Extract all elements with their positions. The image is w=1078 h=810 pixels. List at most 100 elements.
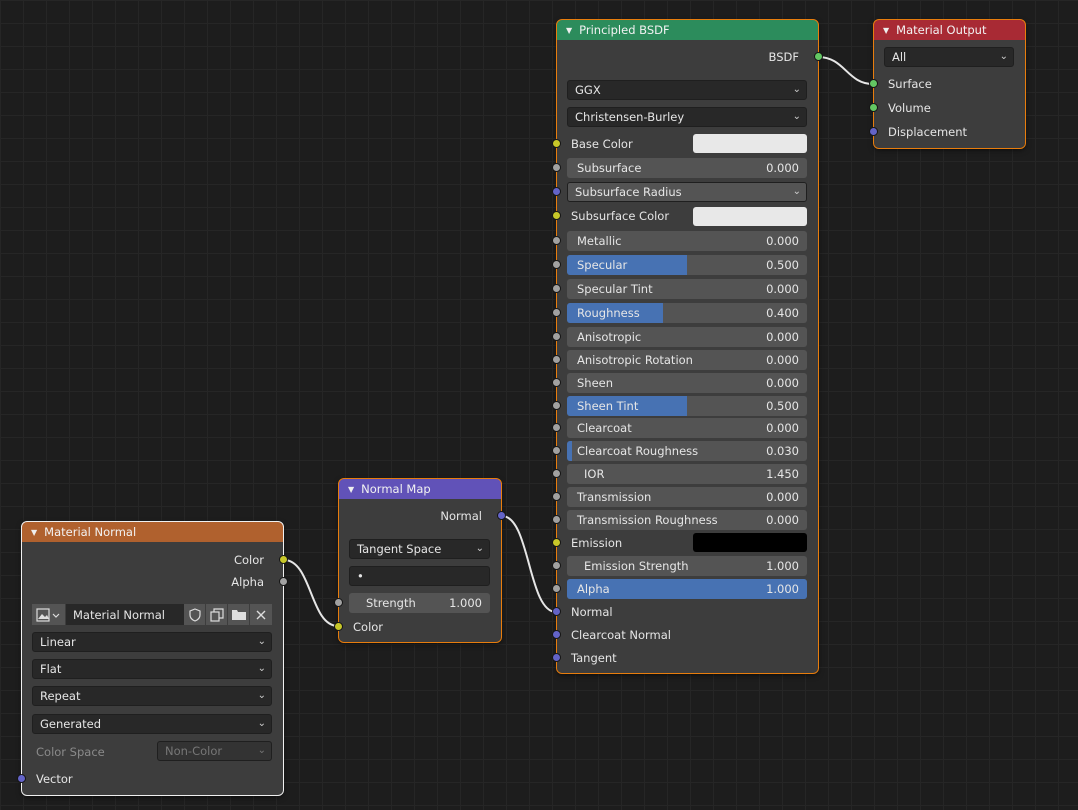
color-input-label: Color	[353, 620, 384, 634]
surface-label: Surface	[888, 77, 932, 91]
subsurface-color-swatch[interactable]	[693, 207, 807, 226]
image-name-field[interactable]: Material Normal	[66, 604, 184, 625]
anisotropic-rotation-slider[interactable]: Anisotropic Rotation 0.000	[567, 350, 807, 370]
slider-label: Metallic	[577, 234, 622, 248]
projection-value: Flat	[40, 662, 62, 676]
sheen-tint-slider[interactable]: Sheen Tint 0.500	[567, 396, 807, 416]
slider-value: 0.000	[766, 161, 799, 175]
clearcoat-slider[interactable]: Clearcoat 0.000	[567, 418, 807, 438]
clearcoat-normal-socket[interactable]	[552, 630, 561, 639]
uv-map-field[interactable]: •	[349, 566, 490, 586]
roughness-socket[interactable]	[552, 308, 561, 317]
transmission-roughness-slider[interactable]: Transmission Roughness 0.000	[567, 510, 807, 530]
transmission-roughness-socket[interactable]	[552, 515, 561, 524]
sheen-socket[interactable]	[552, 378, 561, 387]
image-texture-node[interactable]: ▼ Material Normal Color Alpha Material N…	[17, 521, 288, 796]
specular-socket[interactable]	[552, 260, 561, 269]
node-editor-canvas[interactable]: ▼ Principled BSDF BSDF GGX ⌄ Christensen…	[0, 0, 1078, 810]
normal-input-socket[interactable]	[552, 607, 561, 616]
specular-tint-socket[interactable]	[552, 284, 561, 293]
anisotropic-slider[interactable]: Anisotropic 0.000	[567, 327, 807, 347]
slider-value: 0.500	[766, 258, 799, 272]
bsdf-output-label: BSDF	[768, 50, 799, 64]
image-browse-icon[interactable]	[32, 604, 66, 625]
transmission-socket[interactable]	[552, 492, 561, 501]
emission-strength-slider[interactable]: Emission Strength 1.000	[567, 556, 807, 576]
collapse-triangle-icon[interactable]: ▼	[348, 485, 354, 494]
anisotropic-socket[interactable]	[552, 332, 561, 341]
subsurface-socket[interactable]	[552, 163, 561, 172]
slider-label: Sheen Tint	[577, 399, 639, 413]
transmission-slider[interactable]: Transmission 0.000	[567, 487, 807, 507]
alpha-socket[interactable]	[552, 584, 561, 593]
slider-value: 0.030	[766, 444, 799, 458]
color-output-socket[interactable]	[279, 555, 288, 564]
clearcoat-socket[interactable]	[552, 423, 561, 432]
subsurface-method-dropdown[interactable]: Christensen-Burley ⌄	[567, 107, 807, 127]
base-color-socket[interactable]	[552, 139, 561, 148]
projection-dropdown[interactable]: Flat ⌄	[32, 659, 272, 679]
duplicate-icon[interactable]	[206, 604, 228, 625]
principled-bsdf-header[interactable]: ▼ Principled BSDF	[557, 20, 818, 40]
specular-slider[interactable]: Specular 0.500	[567, 255, 807, 275]
clearcoat-roughness-slider[interactable]: Clearcoat Roughness 0.030	[567, 441, 807, 461]
volume-socket[interactable]	[869, 103, 878, 112]
fake-user-shield-icon[interactable]	[184, 604, 206, 625]
roughness-slider[interactable]: Roughness 0.400	[567, 303, 807, 323]
subsurface-radius-socket[interactable]	[552, 187, 561, 196]
metallic-socket[interactable]	[552, 236, 561, 245]
image-texture-header[interactable]: ▼ Material Normal	[22, 522, 283, 542]
displacement-socket[interactable]	[869, 127, 878, 136]
vector-socket[interactable]	[17, 774, 26, 783]
color-space-dropdown[interactable]: Non-Color ⌄	[157, 741, 272, 761]
render-target-dropdown[interactable]: All ⌄	[884, 47, 1014, 67]
emission-strength-socket[interactable]	[552, 561, 561, 570]
ior-slider[interactable]: IOR 1.450	[567, 464, 807, 484]
emission-color-swatch[interactable]	[693, 533, 807, 552]
normal-output-socket[interactable]	[497, 511, 506, 520]
bsdf-output-socket[interactable]	[814, 52, 823, 61]
sheen-tint-socket[interactable]	[552, 401, 561, 410]
collapse-triangle-icon[interactable]: ▼	[883, 26, 889, 35]
anisotropic-rotation-socket[interactable]	[552, 355, 561, 364]
emission-socket[interactable]	[552, 538, 561, 547]
distribution-dropdown[interactable]: GGX ⌄	[567, 80, 807, 100]
clearcoat-roughness-socket[interactable]	[552, 446, 561, 455]
subsurface-color-socket[interactable]	[552, 211, 561, 220]
base-color-label: Base Color	[571, 137, 633, 151]
surface-socket[interactable]	[869, 79, 878, 88]
space-dropdown[interactable]: Tangent Space ⌄	[349, 539, 490, 559]
image-selector[interactable]: Material Normal	[32, 604, 272, 625]
source-dropdown[interactable]: Generated ⌄	[32, 714, 272, 734]
base-color-swatch[interactable]	[693, 134, 807, 153]
interpolation-dropdown[interactable]: Linear ⌄	[32, 632, 272, 652]
strength-socket[interactable]	[334, 598, 343, 607]
slider-value: 0.000	[766, 282, 799, 296]
slider-label: Strength	[366, 596, 416, 610]
subsurface-slider[interactable]: Subsurface 0.000	[567, 158, 807, 178]
alpha-output-socket[interactable]	[279, 577, 288, 586]
normal-map-node[interactable]: ▼ Normal Map Normal Tangent Space ⌄ • St…	[334, 478, 506, 643]
slider-value: 0.000	[766, 490, 799, 504]
principled-bsdf-node[interactable]: ▼ Principled BSDF BSDF GGX ⌄ Christensen…	[552, 19, 823, 674]
material-output-node[interactable]: ▼ Material Output All ⌄ Surface Volume D…	[869, 19, 1026, 149]
open-folder-icon[interactable]	[228, 604, 250, 625]
normal-output-label: Normal	[440, 509, 482, 523]
subsurface-radius-dropdown[interactable]: Subsurface Radius ⌄	[567, 182, 807, 202]
chevron-down-icon: ⌄	[999, 51, 1008, 62]
material-output-header[interactable]: ▼ Material Output	[874, 20, 1025, 40]
metallic-slider[interactable]: Metallic 0.000	[567, 231, 807, 251]
ior-socket[interactable]	[552, 469, 561, 478]
alpha-slider[interactable]: Alpha 1.000	[567, 579, 807, 599]
collapse-triangle-icon[interactable]: ▼	[31, 528, 37, 537]
strength-slider[interactable]: Strength 1.000	[349, 593, 490, 613]
sheen-slider[interactable]: Sheen 0.000	[567, 373, 807, 393]
close-x-icon[interactable]	[250, 604, 272, 625]
collapse-triangle-icon[interactable]: ▼	[566, 26, 572, 35]
tangent-socket[interactable]	[552, 653, 561, 662]
specular-tint-slider[interactable]: Specular Tint 0.000	[567, 279, 807, 299]
normal-map-header[interactable]: ▼ Normal Map	[339, 479, 501, 499]
color-input-socket[interactable]	[334, 622, 343, 631]
extension-dropdown[interactable]: Repeat ⌄	[32, 686, 272, 706]
image-name-value: Material Normal	[73, 607, 165, 622]
